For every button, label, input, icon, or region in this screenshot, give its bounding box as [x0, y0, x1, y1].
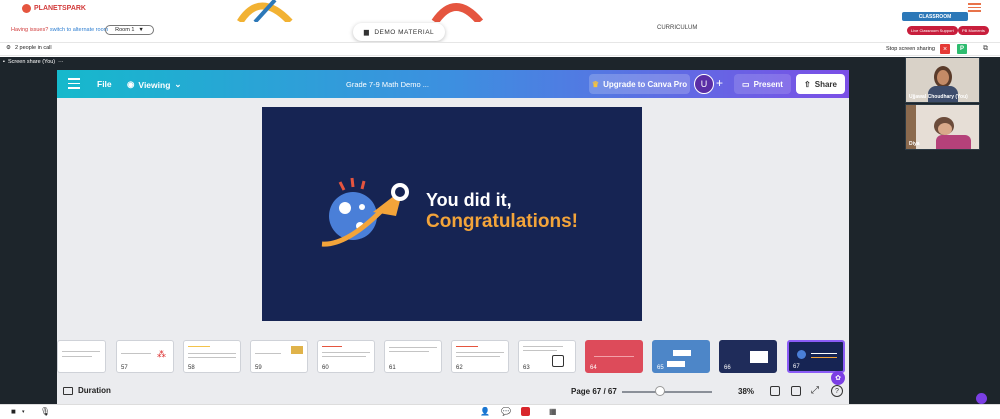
canva-viewing-dropdown[interactable]: ◉ Viewing ⌄ — [127, 79, 182, 90]
thumbnail-number: 65 — [657, 365, 664, 371]
participant-tile: Diya — [905, 104, 980, 150]
people-count-text: 2 people in call — [14, 45, 52, 51]
slide-thumbnail[interactable]: 61 — [384, 340, 442, 373]
thumbnail-number: 64 — [590, 365, 597, 371]
share-upload-icon: ⇧ — [804, 79, 811, 89]
viewing-label: Viewing — [138, 79, 171, 90]
thumbnail-number: 67 — [793, 364, 800, 370]
duration-button[interactable]: Duration — [63, 386, 111, 395]
slide-thumbnail[interactable]: 58 — [183, 340, 241, 373]
thumbnail-number: 63 — [523, 365, 530, 371]
planetspark-logo: PLANETSPARK — [22, 4, 86, 13]
whiteboard-icon[interactable]: ▦ — [549, 407, 557, 416]
camera-options-chevron-icon[interactable]: ▾ — [22, 409, 25, 415]
screen-share-icon: ▪ — [3, 59, 5, 65]
issues-notice: Having issues? switch to alternate room — [11, 27, 108, 33]
share-label: Share — [814, 79, 837, 89]
add-collaborator-plus-icon[interactable]: + — [716, 76, 723, 90]
thumbnail-number: 61 — [389, 365, 396, 371]
fullscreen-icon[interactable]: ⤢ — [811, 385, 819, 396]
thumbnail-number: 62 — [456, 365, 463, 371]
participant-name: Ujjawal Choudhary (You) — [909, 94, 968, 100]
demo-material-button[interactable]: ▆ DEMO MATERIAL — [353, 23, 445, 41]
call-info-bar — [0, 42, 1000, 56]
meeting-toolbar — [0, 404, 1000, 419]
timer-icon — [63, 386, 73, 395]
thumbnail-number: 58 — [188, 365, 195, 371]
assistant-bubble-icon[interactable] — [976, 393, 987, 404]
present-label: Present — [753, 79, 783, 89]
duration-label: Duration — [78, 386, 111, 395]
slide-thumbnail[interactable] — [57, 340, 106, 373]
slide-thumbnail[interactable]: 63 — [518, 340, 576, 373]
participant-name: Diya — [909, 141, 920, 147]
slide-thumbnail[interactable]: 59 — [250, 340, 308, 373]
user-avatar[interactable]: U — [694, 74, 714, 94]
canva-menu-icon[interactable] — [68, 78, 80, 89]
settings-gear-icon[interactable]: ⚙ — [6, 45, 11, 51]
crown-icon: ♛ — [591, 79, 600, 89]
thumbnail-number: 57 — [121, 365, 128, 371]
share-button[interactable]: ⇧ Share — [796, 74, 845, 94]
p-badge-button[interactable]: P — [957, 44, 967, 54]
notes-view-icon[interactable] — [770, 386, 780, 396]
slide-thumbnail[interactable]: 65 — [652, 340, 710, 373]
magic-assistant-icon[interactable]: ✿ — [831, 371, 845, 385]
present-button[interactable]: ▭ Present — [734, 74, 791, 94]
slide-thumbnail[interactable]: 62 — [451, 340, 509, 373]
thumbnail-number: 66 — [724, 365, 731, 371]
people-count: ⚙ 2 people in call — [6, 45, 52, 51]
eye-icon: ◉ — [127, 79, 135, 89]
present-icon: ▭ — [742, 79, 750, 89]
decorative-arcs — [237, 0, 484, 22]
logo-text: PLANETSPARK — [34, 5, 86, 12]
hamburger-menu-icon[interactable] — [968, 3, 981, 12]
slide-thumbnail[interactable]: 66 — [719, 340, 777, 373]
microphone-icon[interactable]: 🎙 — [40, 407, 50, 416]
slide-congratulations: Congratulations! — [426, 211, 578, 232]
slide-headline: You did it, — [426, 190, 512, 210]
slide-thumbnail[interactable]: 60 — [317, 340, 375, 373]
screen-share-active-icon[interactable] — [521, 407, 530, 416]
page-indicator[interactable]: Page 67 / 67 — [571, 387, 617, 396]
folder-icon: ▆ — [363, 29, 370, 36]
help-button[interactable]: ? — [831, 385, 843, 397]
chevron-down-icon: ⌄ — [174, 79, 182, 89]
astronaut-rocket-illustration — [321, 177, 409, 247]
screen-share-more-icon[interactable]: ··· — [58, 59, 64, 65]
zoom-slider-handle[interactable] — [655, 386, 665, 396]
canva-file-menu[interactable]: File — [97, 79, 112, 89]
upgrade-label: Upgrade to Canva Pro — [603, 79, 688, 89]
switch-room-link[interactable]: switch to alternate room — [50, 27, 108, 33]
camera-icon[interactable]: ■ — [11, 407, 16, 416]
participants-icon[interactable]: 👤 — [480, 407, 490, 416]
demo-material-label: DEMO MATERIAL — [374, 28, 435, 36]
popout-icon[interactable]: ⧉ — [983, 45, 988, 53]
room-select[interactable]: Room 1 ▼ — [105, 25, 154, 35]
curriculum-tab[interactable]: CURRICULUM — [657, 25, 697, 31]
planetspark-logo-icon — [22, 4, 31, 13]
slide-thumbnail[interactable]: 64 — [585, 340, 643, 373]
live-support-button[interactable]: Live Classroom Support — [907, 26, 958, 35]
screen-share-label: ▪ Screen share (You) ··· — [3, 59, 64, 65]
dropdown-arrow-icon: ▼ — [138, 27, 144, 33]
thumbnail-number: 59 — [255, 365, 262, 371]
stop-sharing-close-button[interactable]: × — [940, 44, 950, 54]
room-select-value: Room 1 — [115, 27, 135, 33]
stop-screen-sharing-label[interactable]: Stop screen sharing — [886, 46, 935, 52]
chat-icon[interactable]: 💬 — [501, 407, 511, 416]
slide-thumbnail[interactable]: ⁂ 57 — [116, 340, 174, 373]
slide-thumbnail-current[interactable]: 67 — [787, 340, 845, 373]
classroom-tab[interactable]: CLASSROOM — [902, 12, 968, 21]
canva-document-title[interactable]: Grade 7-9 Math Demo ... — [346, 80, 429, 89]
thumbnail-number: 60 — [322, 365, 329, 371]
screen-share-text: Screen share (You) — [7, 59, 56, 65]
zoom-slider-track[interactable] — [622, 391, 712, 393]
zoom-level[interactable]: 38% — [738, 387, 754, 396]
grid-view-icon[interactable] — [791, 386, 801, 396]
issues-text: Having issues? — [11, 27, 49, 33]
upgrade-canva-pro-button[interactable]: ♛ Upgrade to Canva Pro — [589, 74, 690, 94]
pb-moments-button[interactable]: PB Moments — [958, 26, 989, 35]
participant-tile: Ujjawal Choudhary (You) — [905, 57, 980, 103]
